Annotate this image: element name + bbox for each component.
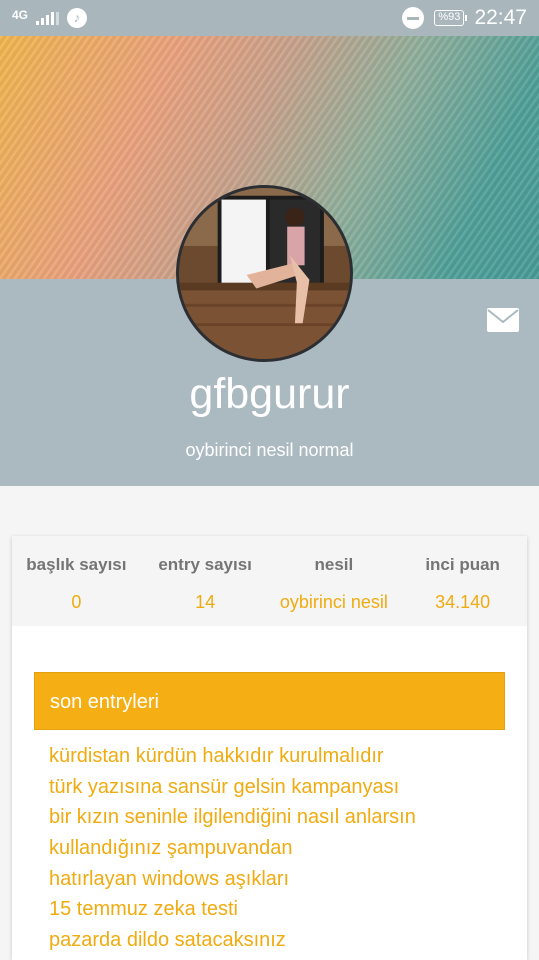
avatar-photo [179,188,350,359]
battery-icon: %93 [434,10,468,26]
stat-karma: inci puan 34.140 [398,536,527,626]
stat-topic-count: başlık sayısı 0 [12,536,141,626]
network-type: 4G [12,8,29,22]
stat-value: 34.140 [435,592,491,612]
stat-entry-count: entry sayısı 14 [141,536,270,626]
signal-icon [36,11,60,25]
entry-link[interactable]: türk yazısına sansür gelsin kampanyası [49,772,509,803]
stat-value: 0 [71,592,82,612]
entry-link[interactable]: pazarda dildo satacaksınız [49,925,509,956]
recent-entries-list: kürdistan kürdün hakkıdır kurulmalıdır t… [49,741,509,956]
stats-row: başlık sayısı 0 entry sayısı 14 nesil oy… [12,536,527,626]
stat-generation: nesil oybirinci nesil [270,536,399,626]
stat-label: entry sayısı [158,555,252,574]
user-title: oybirinci nesil normal [185,440,354,460]
stat-value: 14 [195,592,216,612]
entry-link[interactable]: kullandığınız şampuvandan [49,833,509,864]
recent-entries-header: son entryleri [34,672,505,730]
clock: 22:47 [474,6,527,29]
mail-icon[interactable] [487,308,519,332]
dnd-icon [402,7,425,29]
music-icon: ♪ [67,8,88,28]
entry-link[interactable]: bir kızın seninle ilgilendiğini nasıl an… [49,802,509,833]
entry-link[interactable]: 15 temmuz zeka testi [49,894,509,925]
entry-link[interactable]: hatırlayan windows aşıkları [49,864,509,895]
stat-value: oybirinci nesil [279,592,388,612]
stat-label: inci puan [425,555,500,574]
avatar[interactable] [176,185,353,362]
status-bar: 4G ♪ %93 22:47 [0,0,539,36]
username: gfbgurur [189,370,350,418]
stat-label: başlık sayısı [26,555,127,574]
profile-card: başlık sayısı 0 entry sayısı 14 nesil oy… [12,536,527,960]
entry-link[interactable]: kürdistan kürdün hakkıdır kurulmalıdır [49,741,509,772]
stat-label: nesil [314,555,354,574]
